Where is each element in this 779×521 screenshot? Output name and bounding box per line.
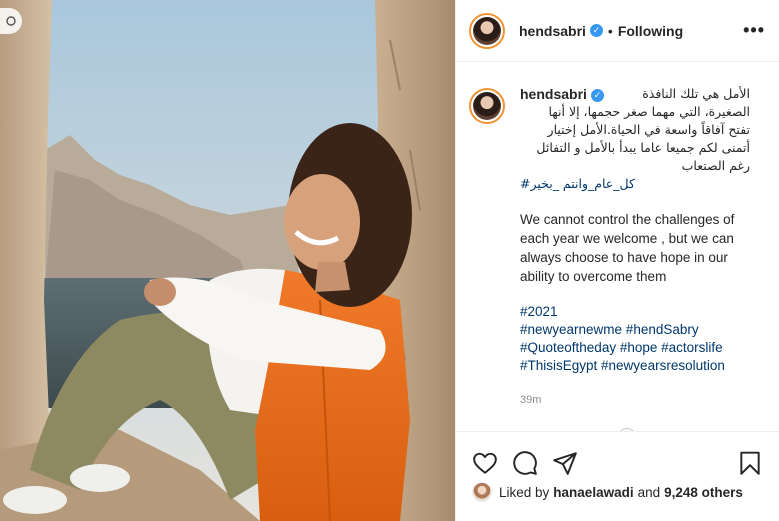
following-button[interactable]: Following xyxy=(618,23,683,39)
liker-username[interactable]: hanaelawadi xyxy=(553,485,633,500)
author-avatar[interactable] xyxy=(469,12,505,49)
author-username[interactable]: hendsabri xyxy=(519,23,586,39)
verified-badge-icon: ✓ xyxy=(589,24,603,37)
bookmark-icon[interactable] xyxy=(737,450,763,476)
comment-timestamp[interactable]: 39m xyxy=(520,391,750,409)
more-options-icon[interactable]: ••• xyxy=(743,20,765,41)
liked-by-prefix: Liked by xyxy=(499,484,550,500)
hashtag-link[interactable]: #ThisisEgypt #newyearsresolution xyxy=(520,357,750,375)
liked-by-and: and xyxy=(637,484,661,500)
caption-body: hendsabri ✓ الأمل هي تلك النافذة الصغيرة،… xyxy=(520,85,750,409)
caption-arabic-line: الصغيرة، التي مهما صغر حجمها، إلا أنها xyxy=(548,104,750,119)
caption-arabic-hashtag[interactable]: #كل_عام_وانتم _بخير xyxy=(520,175,750,193)
caption: hendsabri ✓ الأمل هي تلك النافذة الصغيرة،… xyxy=(469,85,763,409)
post-detail-panel: hendsabri ✓ • Following ••• hendsabri ✓ ا… xyxy=(455,0,779,521)
heart-icon[interactable] xyxy=(472,450,498,476)
caption-arabic-line: رغم الصتعاب xyxy=(681,158,750,173)
hashtag-link[interactable]: #2021 xyxy=(520,303,750,321)
caption-arabic-line: تفتح آفاقاً واسعة في الحياة.الأمل إختيار xyxy=(547,122,750,137)
caption-english: We cannot control the challenges of each… xyxy=(520,212,735,284)
hashtag-link[interactable]: #Quoteoftheday #hope #actorslife xyxy=(520,339,750,357)
caption-arabic-line: الأمل هي تلك النافذة xyxy=(642,86,750,101)
hashtag-link[interactable]: #newyearnewme #hendSabry xyxy=(520,321,750,339)
caption-author-avatar[interactable] xyxy=(469,88,505,124)
comments-section[interactable]: hendsabri ✓ الأمل هي تلك النافذة الصغيرة،… xyxy=(456,63,779,431)
verified-badge-icon: ✓ xyxy=(590,88,604,102)
caption-hashtags: #2021 #newyearnewme #hendSabry #Quoteoft… xyxy=(520,303,750,375)
separator-dot: • xyxy=(607,22,613,39)
caption-username[interactable]: hendsabri ✓ xyxy=(520,85,604,103)
post-photo[interactable] xyxy=(0,0,455,521)
post-image xyxy=(0,0,455,521)
liker-avatar[interactable] xyxy=(472,482,492,502)
paper-plane-icon[interactable] xyxy=(552,450,578,476)
likes-others-link[interactable]: 9,248 others xyxy=(664,485,743,500)
caption-arabic-line: أتمنى لكم جميعا عاما يبدأ بالأمل و التفا… xyxy=(536,140,750,155)
likes-summary: Liked by hanaelawadi and 9,248 others xyxy=(472,482,769,502)
post-header: hendsabri ✓ • Following ••• xyxy=(456,0,779,62)
comment-icon[interactable] xyxy=(512,450,538,476)
